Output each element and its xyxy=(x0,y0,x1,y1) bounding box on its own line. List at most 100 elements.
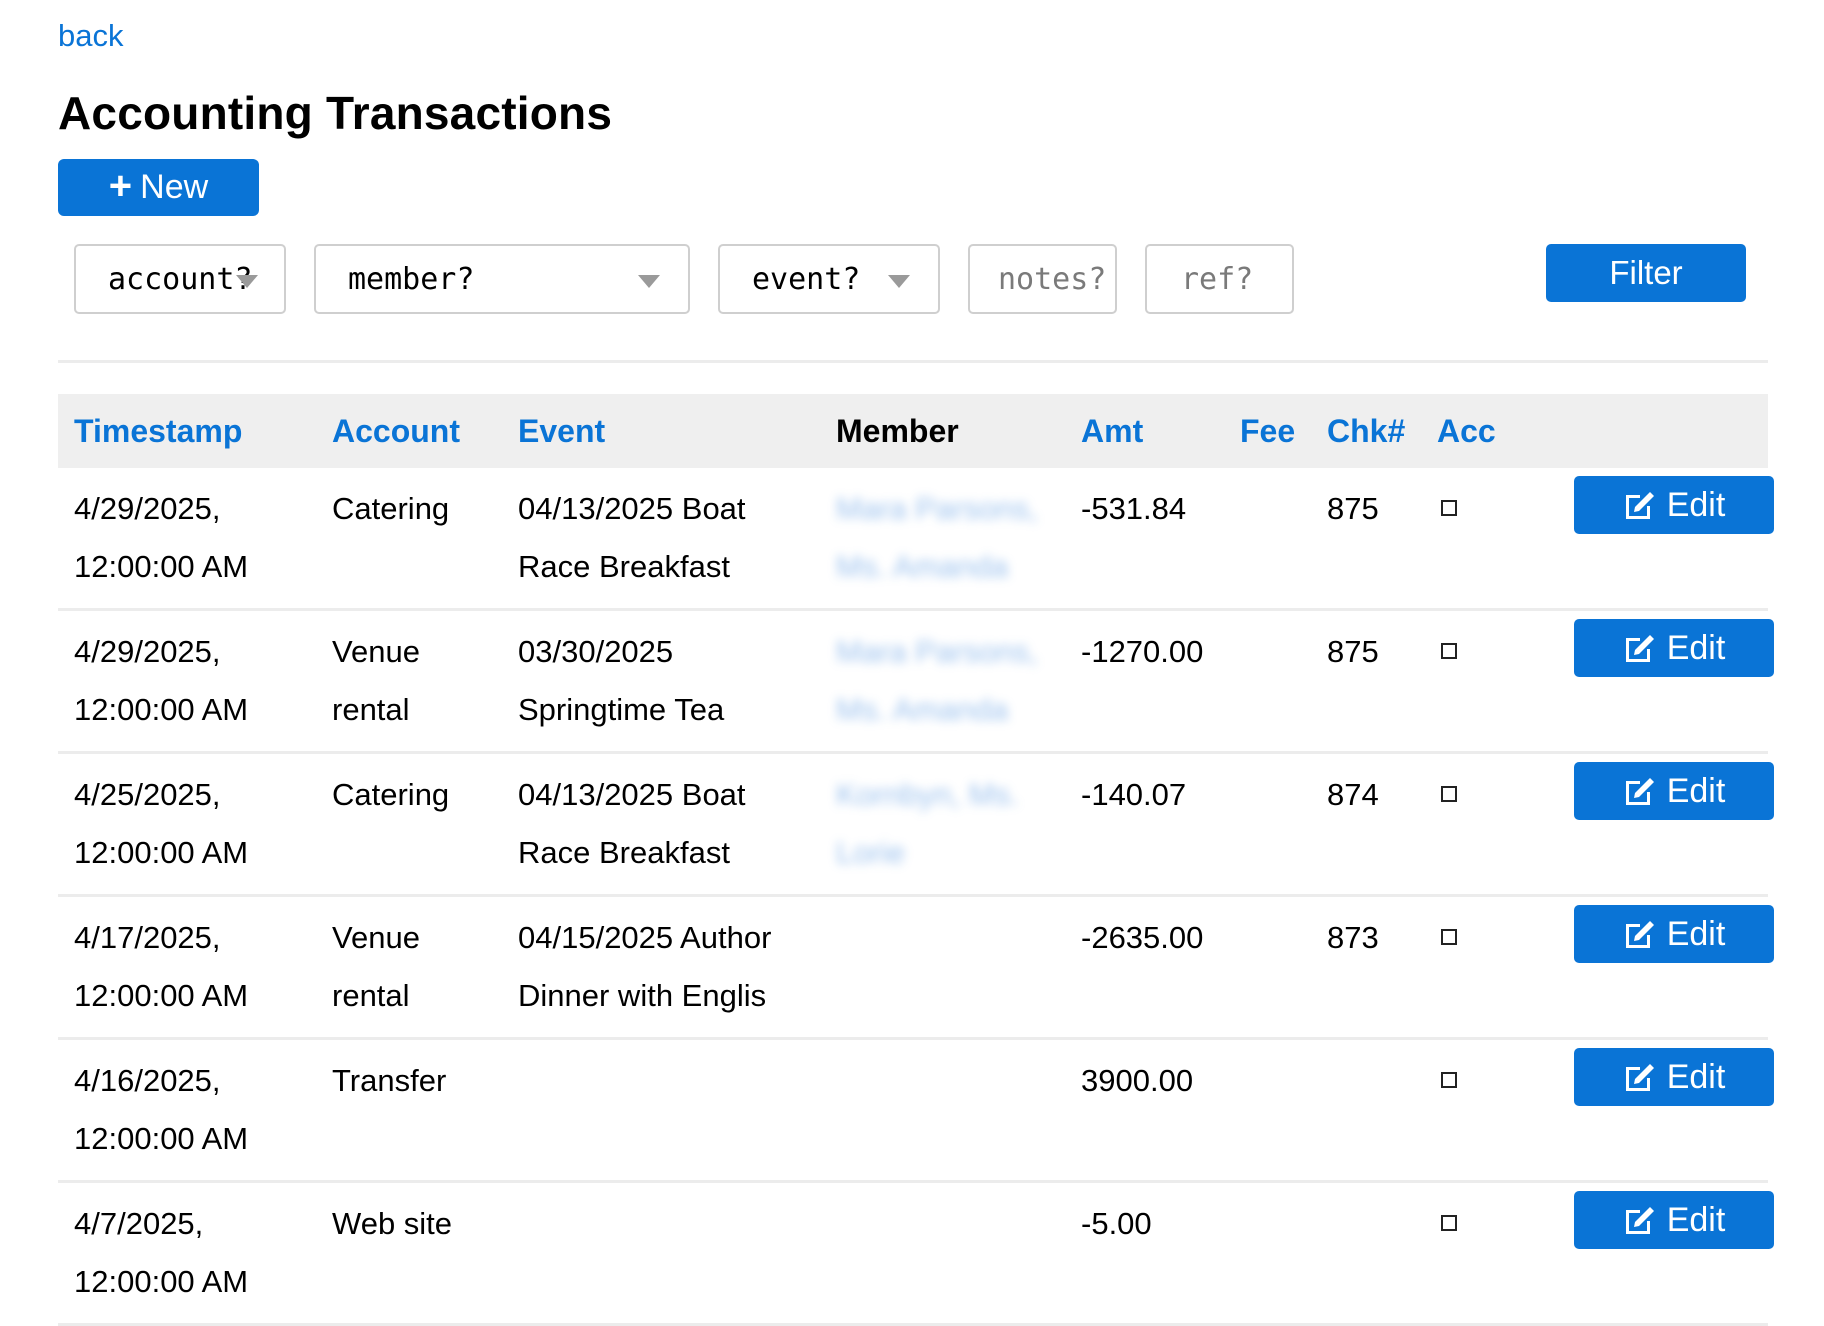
cell-chk xyxy=(1311,1038,1421,1183)
member-line-2: Ms. Amanda xyxy=(836,692,1009,727)
cell-acc xyxy=(1421,1181,1574,1326)
plus-icon: + xyxy=(108,164,133,208)
timestamp-date: 4/29/2025, xyxy=(74,491,221,526)
account-line-1: Venue xyxy=(332,634,420,669)
timestamp-date: 4/25/2025, xyxy=(74,777,221,812)
header-chk[interactable]: Chk# xyxy=(1311,394,1421,468)
cell-fee xyxy=(1224,609,1311,754)
timestamp-date: 4/17/2025, xyxy=(74,920,221,955)
cell-acc xyxy=(1421,468,1574,611)
acc-checkbox[interactable] xyxy=(1441,785,1457,802)
header-event[interactable]: Event xyxy=(502,394,820,468)
edit-icon xyxy=(1625,921,1654,948)
account-select-value: account? xyxy=(108,261,253,297)
edit-button[interactable]: Edit xyxy=(1574,1048,1774,1106)
cell-chk xyxy=(1311,1181,1421,1326)
cell-event: 04/13/2025 Boat Race Breakfast xyxy=(502,752,820,897)
cell-event: 04/13/2025 Boat Race Breakfast xyxy=(502,468,820,611)
divider xyxy=(58,360,1768,363)
cell-actions: Edit xyxy=(1574,1038,1774,1183)
edit-button-label: Edit xyxy=(1666,915,1726,953)
header-account[interactable]: Account xyxy=(316,394,502,468)
cell-member xyxy=(820,1181,1065,1326)
cell-timestamp: 4/7/2025, 12:00:00 AM xyxy=(58,1181,316,1326)
cell-fee xyxy=(1224,895,1311,1040)
timestamp-date: 4/16/2025, xyxy=(74,1063,221,1098)
cell-account: Catering xyxy=(316,752,502,897)
cell-account: Web site xyxy=(316,1181,502,1326)
new-button-label: New xyxy=(140,168,209,206)
event-line-2: Race Breakfast xyxy=(518,835,730,870)
cell-member xyxy=(820,895,1065,1040)
back-link[interactable]: back xyxy=(58,18,123,54)
event-select[interactable]: event? xyxy=(718,244,940,314)
cell-account: Venue rental xyxy=(316,895,502,1040)
cell-event xyxy=(502,1181,820,1326)
edit-button[interactable]: Edit xyxy=(1574,476,1774,534)
header-timestamp[interactable]: Timestamp xyxy=(58,394,316,468)
notes-input[interactable]: notes? xyxy=(968,244,1117,314)
cell-actions: Edit xyxy=(1574,1181,1774,1326)
acc-checkbox[interactable] xyxy=(1441,1214,1457,1231)
edit-button[interactable]: Edit xyxy=(1574,905,1774,963)
cell-event xyxy=(502,1038,820,1183)
account-line-2: rental xyxy=(332,692,410,727)
table-row: 4/17/2025, 12:00:00 AM Venue rental 04/15/20… xyxy=(58,895,1774,1040)
edit-icon xyxy=(1625,492,1654,519)
account-line-1: Catering xyxy=(332,777,450,812)
member-line-1: Mara Parsons, xyxy=(836,491,1038,526)
event-line-1: 04/13/2025 Boat xyxy=(518,777,746,812)
timestamp-time: 12:00:00 AM xyxy=(74,1121,249,1156)
cell-amt: -2635.00 xyxy=(1065,895,1224,1040)
cell-timestamp: 4/17/2025, 12:00:00 AM xyxy=(58,895,316,1040)
cell-amt: 3900.00 xyxy=(1065,1038,1224,1183)
cell-account: Transfer xyxy=(316,1038,502,1183)
header-fee[interactable]: Fee xyxy=(1224,394,1311,468)
edit-button[interactable]: Edit xyxy=(1574,762,1774,820)
edit-button-label: Edit xyxy=(1666,1201,1726,1239)
table-row: 4/29/2025, 12:00:00 AM Catering 04/13/2025 … xyxy=(58,468,1774,611)
filter-button[interactable]: Filter xyxy=(1546,244,1746,302)
account-select[interactable]: account? xyxy=(74,244,286,314)
edit-button-label: Edit xyxy=(1666,1058,1726,1096)
cell-amt: -140.07 xyxy=(1065,752,1224,897)
cell-fee xyxy=(1224,1181,1311,1326)
header-amt[interactable]: Amt xyxy=(1065,394,1224,468)
event-select-value: event? xyxy=(752,261,861,297)
member-select-value: member? xyxy=(348,261,475,297)
cell-timestamp: 4/25/2025, 12:00:00 AM xyxy=(58,752,316,897)
event-line-2: Race Breakfast xyxy=(518,549,730,584)
edit-icon xyxy=(1625,1207,1654,1234)
chevron-down-icon xyxy=(888,275,910,288)
account-line-1: Web site xyxy=(332,1206,453,1241)
acc-checkbox[interactable] xyxy=(1441,928,1457,945)
edit-button[interactable]: Edit xyxy=(1574,1191,1774,1249)
member-select[interactable]: member? xyxy=(314,244,690,314)
header-acc[interactable]: Acc xyxy=(1421,394,1574,468)
cell-account: Catering xyxy=(316,468,502,611)
cell-amt: -1270.00 xyxy=(1065,609,1224,754)
acc-checkbox[interactable] xyxy=(1441,1071,1457,1088)
ref-input[interactable]: ref? xyxy=(1145,244,1294,314)
edit-icon xyxy=(1625,635,1654,662)
chevron-down-icon xyxy=(638,275,660,288)
acc-checkbox[interactable] xyxy=(1441,499,1457,516)
cell-timestamp: 4/29/2025, 12:00:00 AM xyxy=(58,609,316,754)
filter-bar: account? member? event? notes? ref? Filt… xyxy=(74,244,1754,318)
edit-icon xyxy=(1625,778,1654,805)
event-line-1: 04/13/2025 Boat xyxy=(518,491,746,526)
notes-input-placeholder: notes? xyxy=(998,261,1107,297)
cell-chk: 875 xyxy=(1311,609,1421,754)
cell-member: Mara Parsons, Ms. Amanda xyxy=(820,609,1065,754)
new-transaction-button[interactable]: + New xyxy=(58,159,259,216)
header-actions xyxy=(1574,394,1768,468)
edit-button[interactable]: Edit xyxy=(1574,619,1774,677)
cell-event: 04/15/2025 Author Dinner with Englis xyxy=(502,895,820,1040)
acc-checkbox[interactable] xyxy=(1441,642,1457,659)
cell-fee xyxy=(1224,1038,1311,1183)
member-line-1: Mara Parsons, xyxy=(836,634,1038,669)
edit-icon xyxy=(1625,1064,1654,1091)
cell-fee xyxy=(1224,468,1311,611)
timestamp-time: 12:00:00 AM xyxy=(74,978,249,1013)
member-line-2: Lorie xyxy=(836,835,905,870)
